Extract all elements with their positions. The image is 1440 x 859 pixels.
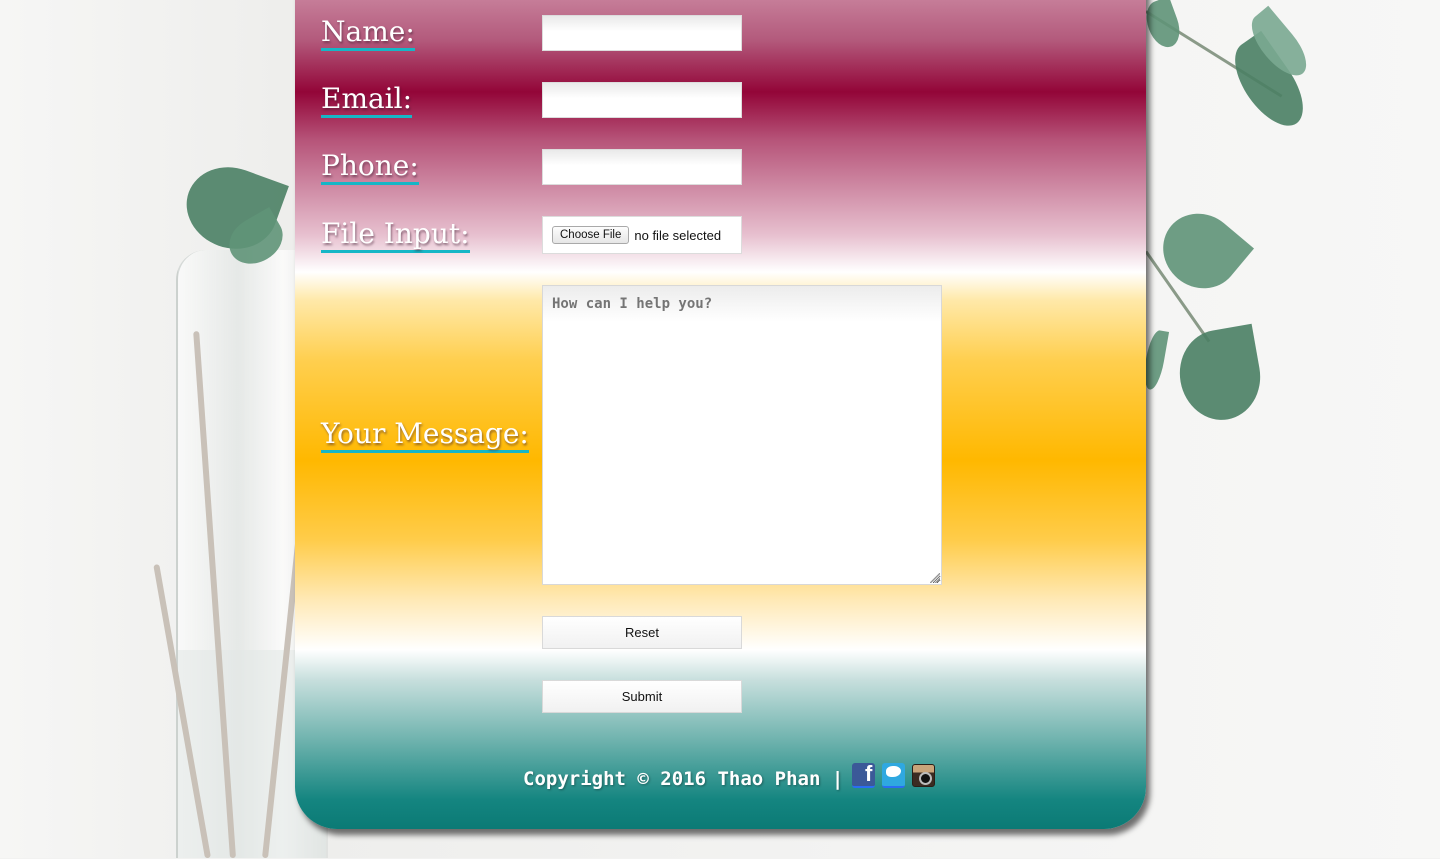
name-input[interactable] xyxy=(542,15,742,51)
facebook-icon[interactable]: f xyxy=(852,761,876,788)
reset-button[interactable]: Reset xyxy=(542,616,742,649)
phone-label: Phone: xyxy=(321,151,419,185)
instagram-icon[interactable] xyxy=(912,763,936,787)
email-input[interactable] xyxy=(542,82,742,118)
twitter-icon[interactable] xyxy=(882,762,906,788)
email-label: Email: xyxy=(321,84,413,118)
message-textarea[interactable] xyxy=(542,285,942,585)
footer: Copyright © 2016 Thao Phan | f xyxy=(523,761,936,794)
file-input: Choose File no file selected xyxy=(542,216,742,254)
phone-input[interactable] xyxy=(542,149,742,185)
name-label: Name: xyxy=(321,17,415,51)
message-label: Your Message: xyxy=(321,419,529,453)
submit-button[interactable]: Submit xyxy=(542,680,742,713)
copyright-text: Copyright © 2016 Thao Phan | xyxy=(523,768,844,790)
choose-file-button[interactable]: Choose File xyxy=(552,226,630,244)
resize-grip-icon[interactable] xyxy=(930,573,940,583)
file-input-label: File Input: xyxy=(321,219,470,253)
file-status-text: no file selected xyxy=(634,227,722,243)
